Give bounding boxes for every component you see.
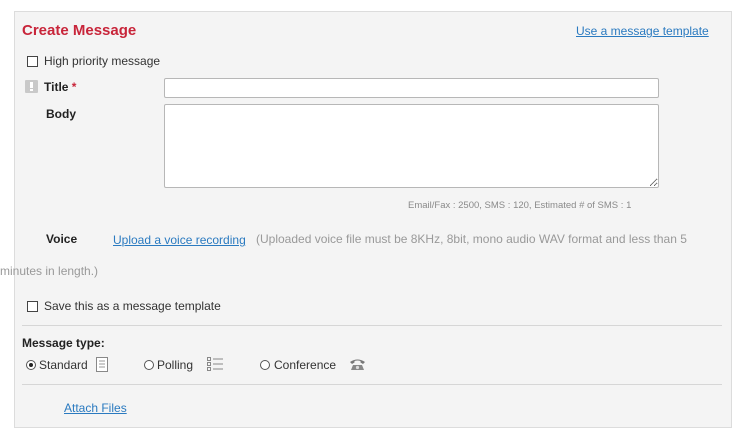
voice-label: Voice [46, 232, 78, 246]
title-label: Title * [44, 80, 76, 94]
title-input[interactable] [164, 78, 659, 98]
standard-label: Standard [39, 358, 88, 372]
list-icon [207, 357, 223, 371]
priority-flag-icon [25, 80, 38, 93]
divider [22, 384, 722, 385]
divider [22, 325, 722, 326]
polling-label: Polling [157, 358, 194, 372]
body-textarea[interactable] [164, 104, 659, 188]
voice-requirements-text: (Uploaded voice file must be 8KHz, 8bit,… [256, 232, 687, 246]
title-label-text: Title [44, 80, 69, 94]
body-label: Body [46, 107, 76, 121]
high-priority-label: High priority message [44, 54, 161, 68]
use-template-link[interactable]: Use a message template [576, 24, 709, 38]
required-mark: * [71, 80, 77, 94]
document-icon [96, 357, 108, 372]
page-title: Create Message [22, 22, 137, 39]
message-type-heading: Message type: [22, 336, 105, 350]
voice-requirements-text-continued: minutes in length.) [0, 264, 99, 278]
polling-radio[interactable] [144, 360, 154, 370]
telephone-icon [350, 359, 365, 370]
upload-voice-link[interactable]: Upload a voice recording [113, 233, 246, 247]
character-limits-text: Email/Fax : 2500, SMS : 120, Estimated #… [408, 200, 632, 211]
conference-radio[interactable] [260, 360, 270, 370]
save-template-checkbox[interactable] [27, 301, 38, 312]
save-template-label: Save this as a message template [44, 299, 221, 313]
attach-files-link[interactable]: Attach Files [64, 401, 127, 415]
conference-label: Conference [274, 358, 337, 372]
high-priority-checkbox[interactable] [27, 56, 38, 67]
standard-radio[interactable] [26, 360, 36, 370]
create-message-panel [14, 11, 732, 428]
